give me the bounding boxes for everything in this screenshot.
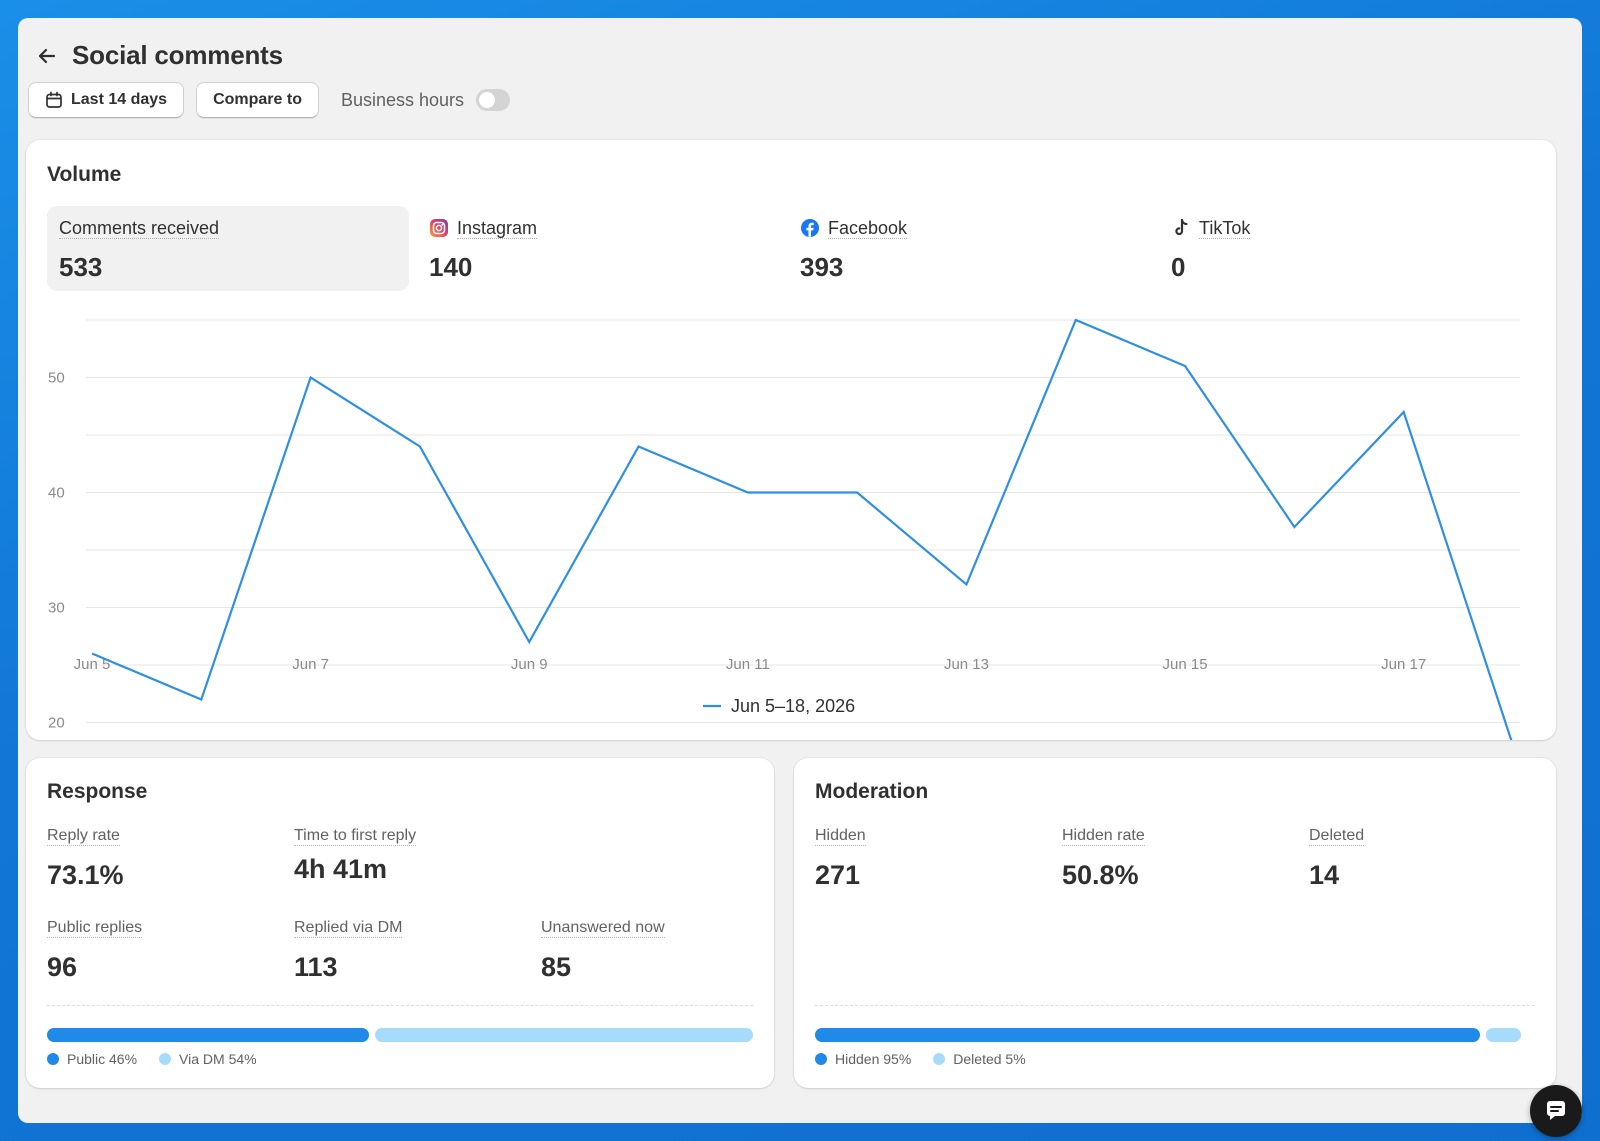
deleted-split-bar: [1486, 1028, 1521, 1042]
page-header: Social comments: [34, 40, 283, 71]
legend-label: Hidden 95%: [835, 1051, 912, 1067]
metric-hidden-rate[interactable]: Hidden rate 50.8%: [1062, 826, 1145, 891]
legend-public: Public 46%: [47, 1051, 137, 1067]
metric-label: Deleted: [1309, 827, 1365, 846]
y-tick-label: 30: [48, 600, 65, 617]
series-line: [91, 318, 1513, 740]
legend-label: Jun 5–18, 2026: [731, 696, 855, 716]
legend-deleted: Deleted 5%: [933, 1051, 1026, 1067]
back-button[interactable]: [34, 43, 60, 69]
legend-label: Via DM 54%: [179, 1051, 257, 1067]
metric-label: Time to first reply: [294, 827, 417, 846]
legend-dot: [159, 1053, 172, 1065]
metric-label: Reply rate: [47, 827, 120, 846]
legend-dot: [815, 1053, 827, 1065]
legend-hidden: Hidden 95%: [815, 1051, 911, 1067]
response-title: Response: [47, 780, 148, 803]
compare-to-button[interactable]: Compare to: [196, 82, 319, 118]
divider: [815, 1005, 1535, 1006]
volume-line-chart: 20304050Jun 5 Jun 7 Jun 9 Jun 11 Jun 13 Jun 1…: [48, 318, 1520, 740]
page-title: Social comments: [72, 40, 283, 70]
dm-split-bar: [375, 1028, 753, 1042]
metric-value: 14: [1309, 860, 1340, 890]
metric-unanswered-now[interactable]: Unanswered now 85: [541, 918, 665, 983]
metric-value: 4h 41m: [294, 854, 388, 884]
response-legend: Public 46% Via DM 54%: [47, 1051, 257, 1067]
business-hours-label: Business hours: [340, 89, 465, 110]
metric-value: 113: [294, 952, 338, 982]
metric-value: 73.1%: [47, 860, 124, 890]
metric-public-replies[interactable]: Public replies 96: [47, 918, 143, 983]
legend-dot: [47, 1053, 59, 1065]
volume-card: Volume Comments received 533 Instagram 1…: [26, 140, 1556, 740]
y-tick-label: 40: [48, 485, 65, 502]
x-tick-label: Jun 15: [1163, 656, 1208, 673]
toggle-knob: [479, 92, 496, 108]
metric-value: 85: [541, 952, 572, 982]
metric-value: 271: [815, 860, 861, 890]
legend-label: Public 46%: [67, 1051, 138, 1067]
x-tick-label: Jun 9: [511, 656, 548, 673]
chat-icon: [1547, 1101, 1565, 1120]
metric-label: Hidden: [815, 827, 866, 846]
hidden-split-bar: [815, 1028, 1480, 1042]
arrow-left-icon: [38, 48, 56, 63]
metric-value: 50.8%: [1062, 860, 1139, 890]
chat-button[interactable]: [1530, 1085, 1582, 1137]
x-tick-label: Jun 17: [1381, 656, 1426, 673]
app-window: Social comments Last 14 days Compare to …: [18, 18, 1582, 1123]
compare-to-label: Compare to: [213, 91, 302, 108]
legend-label: Deleted 5%: [953, 1051, 1026, 1067]
y-tick-label: 20: [48, 715, 65, 732]
business-hours-toggle[interactable]: [476, 89, 511, 111]
moderation-legend: Hidden 95% Deleted 5%: [815, 1051, 1026, 1067]
moderation-card: Moderation Hidden 271 Hidden rate 50.8% …: [794, 758, 1556, 1088]
metric-hidden[interactable]: Hidden 271: [815, 826, 866, 891]
x-tick-label: Jun 11: [726, 656, 770, 673]
x-tick-label: Jun 13: [944, 656, 989, 673]
date-range-label: Last 14 days: [71, 91, 168, 108]
metric-reply-rate[interactable]: Reply rate 73.1%: [47, 826, 124, 891]
filter-bar: Last 14 days Compare to Business hours: [28, 82, 511, 118]
calendar-icon: [46, 91, 62, 108]
metric-value: 96: [47, 952, 78, 982]
metric-label: Hidden rate: [1062, 827, 1145, 846]
metric-label: Public replies: [47, 919, 143, 938]
moderation-title: Moderation: [815, 780, 929, 803]
metric-label: Unanswered now: [541, 919, 665, 938]
x-tick-label: Jun 7: [292, 656, 329, 673]
divider: [47, 1005, 753, 1006]
legend-via-dm: Via DM 54%: [159, 1051, 257, 1067]
date-range-button[interactable]: Last 14 days: [28, 82, 185, 118]
legend-dot: [933, 1053, 946, 1065]
response-card: Response Reply rate 73.1% Time to first …: [26, 758, 774, 1088]
metric-deleted[interactable]: Deleted 14: [1309, 826, 1365, 891]
public-split-bar: [47, 1028, 369, 1042]
metric-replied-via-dm[interactable]: Replied via DM 113: [294, 918, 403, 983]
y-tick-label: 50: [48, 370, 65, 387]
metric-label: Replied via DM: [294, 919, 403, 938]
metric-time-to-first-reply[interactable]: Time to first reply 4h 41m: [294, 826, 417, 885]
